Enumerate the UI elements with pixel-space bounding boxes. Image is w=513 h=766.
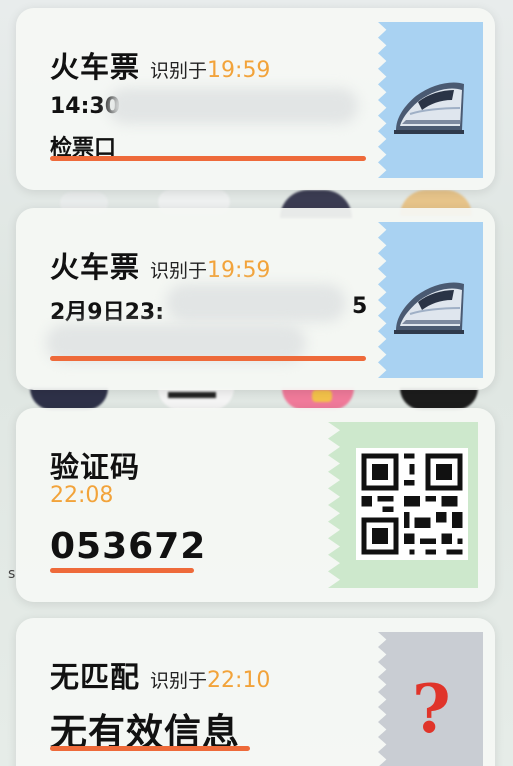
background-app-icon	[158, 388, 234, 410]
qr-code-icon	[356, 448, 468, 560]
background-label: s	[8, 566, 16, 582]
departure-date-tail: 5	[352, 294, 368, 319]
highlight-underline	[50, 156, 366, 161]
card-header: 火车票 识别于 19:59	[50, 244, 270, 286]
highlight-underline	[50, 568, 194, 573]
card-header: 火车票 识别于 19:59	[50, 44, 270, 86]
verification-code-card[interactable]: 验证码 22:08 053672	[16, 408, 495, 602]
card-title: 火车票	[50, 50, 141, 84]
question-mark-icon: ?	[412, 670, 451, 748]
highlight-underline	[50, 746, 250, 751]
card-title: 验证码	[50, 450, 141, 484]
background-app-icon	[400, 388, 478, 410]
recognized-label: 识别于	[150, 60, 208, 82]
card-title: 无匹配	[50, 660, 141, 694]
privacy-blur	[108, 88, 358, 124]
card-title: 火车票	[50, 250, 141, 284]
recognized-label: 识别于	[150, 670, 208, 692]
recognized-label: 识别于	[150, 260, 208, 282]
verification-code[interactable]: 053672	[50, 526, 206, 567]
train-ticket-card[interactable]: 火车票 识别于 19:59 14:30 检票口	[16, 8, 495, 190]
highlight-underline	[50, 356, 366, 361]
privacy-blur	[166, 284, 346, 322]
recognized-time: 22:10	[207, 668, 271, 693]
background-app-icon	[282, 388, 354, 410]
train-ticket-card[interactable]: 火车票 识别于 19:59 2月9日23: 5	[16, 208, 495, 390]
train-icon	[394, 82, 464, 134]
code-time: 22:08	[50, 483, 114, 508]
card-header: 无匹配 识别于 22:10	[50, 654, 270, 696]
departure-date: 2月9日23:	[50, 300, 165, 325]
background-app-icon	[30, 388, 108, 410]
train-icon	[394, 282, 464, 334]
no-match-card[interactable]: 无匹配 识别于 22:10 无有效信息 ?	[16, 618, 495, 766]
recognized-time: 19:59	[207, 258, 271, 283]
recognized-time: 19:59	[207, 58, 271, 83]
